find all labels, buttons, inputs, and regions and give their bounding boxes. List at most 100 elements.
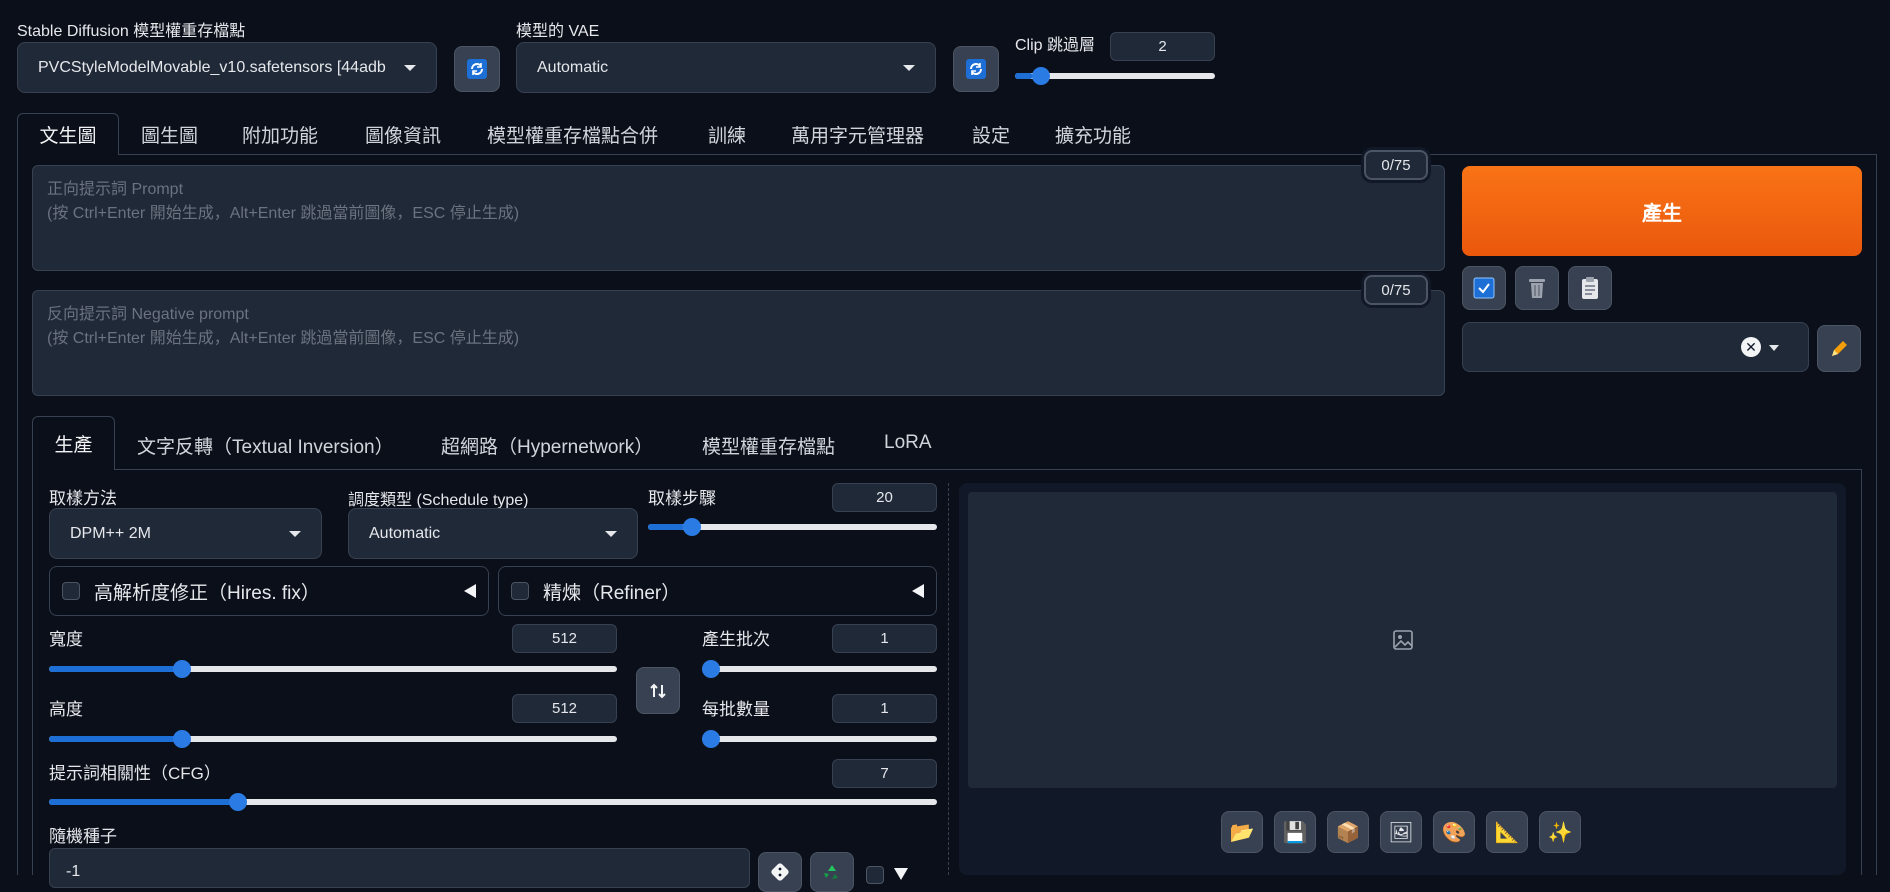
sampler-label: 取樣方法 — [49, 489, 117, 508]
subtab-hypernetwork[interactable]: 超網路（Hypernetwork） — [441, 432, 653, 459]
image-placeholder-icon — [1392, 630, 1413, 650]
swap-dimensions-button[interactable] — [636, 667, 680, 714]
upscale-button[interactable]: ✨ — [1539, 811, 1581, 853]
clip-skip-input[interactable]: 2 — [1110, 32, 1215, 61]
sampler-dropdown[interactable]: DPM++ 2M — [49, 508, 322, 559]
batch-size-input[interactable]: 1 — [832, 694, 937, 723]
expand-arrow-icon[interactable] — [894, 868, 908, 880]
checkpoint-label: Stable Diffusion 模型權重存檔點 — [17, 23, 246, 40]
panel-border-left — [17, 154, 18, 875]
steps-input[interactable]: 20 — [832, 483, 937, 512]
refiner-checkbox[interactable] — [511, 582, 529, 600]
slider-thumb[interactable] — [702, 730, 720, 748]
slider-fill — [49, 799, 233, 805]
save-button[interactable]: 💾 — [1274, 811, 1316, 853]
styles-dropdown[interactable]: ✕ — [1462, 322, 1809, 372]
cfg-input[interactable]: 7 — [832, 759, 937, 788]
collapse-arrow-icon[interactable] — [912, 584, 924, 598]
height-slider[interactable] — [49, 727, 617, 751]
width-input[interactable]: 512 — [512, 624, 617, 653]
height-input[interactable]: 512 — [512, 694, 617, 723]
random-seed-button[interactable] — [758, 852, 802, 892]
chevron-down-icon — [289, 530, 301, 537]
refiner-label: 精煉（Refiner） — [543, 582, 681, 604]
generate-button[interactable]: 產生 — [1462, 166, 1862, 256]
seed-input[interactable]: -1 — [49, 848, 750, 888]
chevron-down-icon — [1769, 345, 1779, 351]
paste-button[interactable] — [1568, 266, 1612, 310]
clear-prompt-button[interactable] — [1515, 266, 1559, 310]
hires-fix-accordion[interactable]: 高解析度修正（Hires. fix） — [49, 566, 489, 616]
slider-thumb[interactable] — [682, 518, 701, 536]
height-label: 高度 — [49, 700, 83, 719]
prompt-token-counter: 0/75 — [1364, 150, 1428, 180]
tab-settings[interactable]: 設定 — [972, 121, 1010, 148]
refresh-checkpoint-button[interactable] — [454, 46, 500, 92]
prompt-textarea[interactable]: 正向提示詞 Prompt (按 Ctrl+Enter 開始生成，Alt+Ente… — [32, 165, 1445, 271]
tab-extras[interactable]: 附加功能 — [242, 121, 318, 148]
cfg-slider[interactable] — [49, 790, 937, 814]
tab-extensions[interactable]: 擴充功能 — [1055, 121, 1131, 148]
zip-button[interactable]: 📦 — [1327, 811, 1369, 853]
vae-value: Automatic — [537, 58, 609, 76]
image-icon: 🖼 — [1388, 821, 1414, 844]
extra-seed-checkbox[interactable] — [866, 866, 884, 884]
clip-skip-label: Clip 跳過層 — [1015, 37, 1096, 54]
image-preview[interactable] — [968, 492, 1837, 788]
refresh-vae-button[interactable] — [953, 46, 999, 92]
negative-token-counter: 0/75 — [1364, 275, 1428, 305]
edit-styles-button[interactable] — [1817, 325, 1861, 372]
send-to-img2img-button[interactable]: 🖼 — [1380, 811, 1422, 853]
schedule-type-label: 調度類型 (Schedule type) — [348, 492, 529, 509]
tab-png-info[interactable]: 圖像資訊 — [365, 121, 441, 148]
slider-thumb[interactable] — [173, 730, 192, 748]
subpanel-border-left — [32, 469, 33, 875]
send-to-extras-button[interactable]: 📐 — [1486, 811, 1528, 853]
batch-size-slider[interactable] — [702, 727, 937, 751]
folder-icon: 📂 — [1229, 821, 1255, 844]
batch-count-slider[interactable] — [702, 657, 937, 681]
vae-dropdown[interactable]: Automatic — [516, 42, 936, 93]
tab-img2img[interactable]: 圖生圖 — [141, 121, 198, 148]
width-slider[interactable] — [49, 657, 617, 681]
reuse-seed-button[interactable] — [810, 852, 854, 892]
send-to-inpaint-button[interactable]: 🎨 — [1433, 811, 1475, 853]
panel-border-right — [1876, 154, 1877, 875]
refiner-accordion[interactable]: 精煉（Refiner） — [498, 566, 937, 616]
steps-slider[interactable] — [648, 515, 937, 539]
tab-txt2img[interactable]: 文生圖 — [17, 113, 119, 155]
checkpoint-dropdown[interactable]: PVCStyleModelMovable_v10.safetensors [44… — [17, 42, 437, 93]
slider-thumb[interactable] — [173, 660, 192, 678]
ruler-icon: 📐 — [1494, 821, 1520, 844]
batch-count-input[interactable]: 1 — [832, 624, 937, 653]
cfg-label: 提示詞相關性（CFG） — [49, 764, 221, 783]
sparkles-icon: ✨ — [1547, 821, 1573, 844]
seed-value: -1 — [66, 863, 81, 880]
negative-prompt-textarea[interactable]: 反向提示詞 Negative prompt (按 Ctrl+Enter 開始生成… — [32, 290, 1445, 396]
sampler-value: DPM++ 2M — [70, 524, 151, 542]
open-folder-button[interactable]: 📂 — [1221, 811, 1263, 853]
schedule-type-dropdown[interactable]: Automatic — [348, 508, 638, 559]
batch-size-label: 每批數量 — [702, 700, 770, 719]
tab-wildcards-manager[interactable]: 萬用字元管理器 — [791, 121, 924, 148]
slider-thumb[interactable] — [702, 660, 720, 678]
hires-fix-checkbox[interactable] — [62, 582, 80, 600]
tab-divider — [17, 154, 1877, 155]
collapse-arrow-icon[interactable] — [464, 584, 476, 598]
slider-thumb[interactable] — [229, 793, 247, 811]
tab-checkpoint-merger[interactable]: 模型權重存檔點合併 — [487, 121, 658, 148]
pencil-icon — [1832, 340, 1847, 356]
batch-count-label: 產生批次 — [702, 630, 770, 649]
slider-thumb[interactable] — [1031, 67, 1050, 85]
subtab-checkpoints[interactable]: 模型權重存檔點 — [702, 432, 835, 459]
clear-icon[interactable]: ✕ — [1741, 337, 1761, 357]
refresh-icon — [467, 59, 487, 79]
subtab-generation[interactable]: 生產 — [32, 416, 115, 470]
steps-label: 取樣步驟 — [648, 489, 716, 508]
apply-styles-button[interactable] — [1462, 266, 1506, 310]
tab-train[interactable]: 訓練 — [708, 121, 746, 148]
clip-skip-slider[interactable] — [1015, 64, 1215, 88]
slider-track — [702, 736, 937, 742]
subtab-lora[interactable]: LoRA — [884, 432, 932, 454]
subtab-textual-inversion[interactable]: 文字反轉（Textual Inversion） — [137, 432, 394, 459]
